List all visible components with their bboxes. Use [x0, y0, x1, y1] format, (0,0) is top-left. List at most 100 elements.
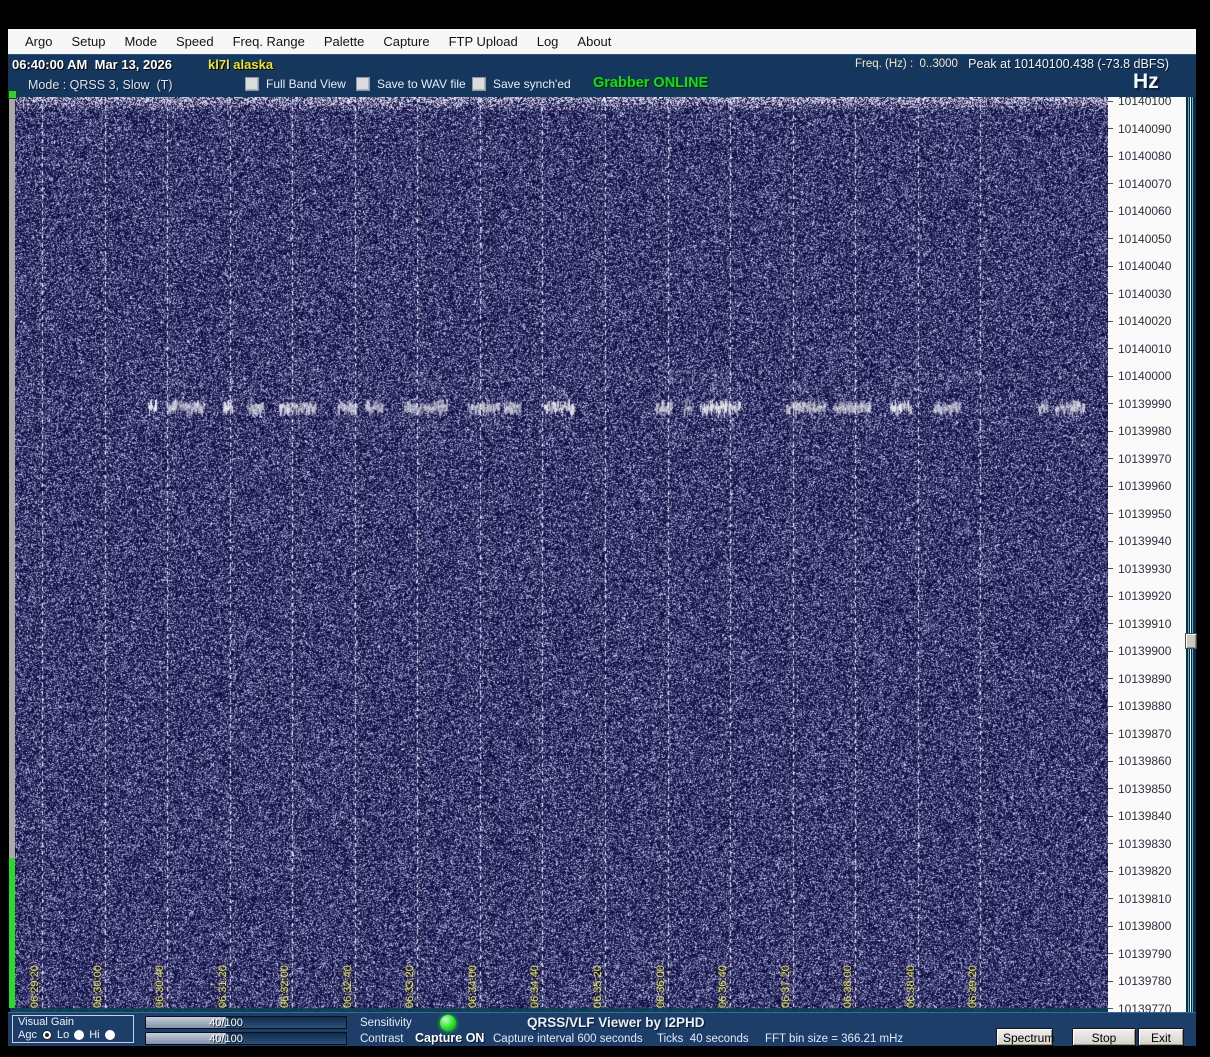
checkbox-label: Save synch'ed	[493, 77, 571, 91]
freq-tick	[1108, 815, 1113, 817]
visual-gain-group: Visual Gain Agc Lo Hi	[12, 1015, 134, 1043]
menu-item-setup[interactable]: Setup	[71, 34, 105, 49]
time-label: 06:34:00	[466, 965, 479, 1008]
menu-item-argo[interactable]: Argo	[25, 34, 52, 49]
freq-tick	[1108, 678, 1113, 679]
sensitivity-slider[interactable]: 40/100	[145, 1016, 347, 1029]
freq-label: 10140090	[1108, 122, 1171, 136]
capture-status: Capture ON	[415, 1031, 485, 1045]
freq-label: 10139970	[1108, 452, 1171, 466]
time-label: 06:30:40	[154, 965, 167, 1008]
ticks-label: Ticks 40 seconds	[657, 1033, 749, 1045]
freq-label: 10139820	[1108, 864, 1171, 878]
freq-label: 10140030	[1108, 287, 1171, 301]
time-label: 06:32:40	[341, 965, 354, 1008]
visual-gain-option-label: Lo	[56, 1029, 70, 1041]
menu-item-capture[interactable]: Capture	[383, 34, 429, 49]
freq-label: 10139990	[1108, 397, 1171, 411]
visual-gain-option-label: Hi	[89, 1029, 100, 1041]
datetime-text: 06:40:00 AM Mar 13, 2026	[12, 57, 172, 72]
freq-label: 10140010	[1108, 342, 1171, 356]
freq-tick	[1108, 705, 1113, 707]
menu-item-mode[interactable]: Mode	[124, 34, 157, 49]
radio-lo[interactable]	[74, 1030, 85, 1040]
checkbox-save-to-wav-file[interactable]: Save to WAV file	[356, 77, 466, 91]
contrast-slider[interactable]: 40/100	[145, 1032, 347, 1045]
freq-label: 10140040	[1108, 259, 1171, 273]
freq-range-label: Freq. (Hz) : 0..3000	[855, 58, 958, 70]
time-label: 06:32:00	[279, 965, 292, 1008]
freq-tick	[1108, 320, 1113, 322]
sensitivity-value: 40/100	[209, 1017, 243, 1029]
radio-hi[interactable]	[104, 1030, 115, 1040]
freq-tick	[1108, 568, 1113, 569]
menu-item-about[interactable]: About	[577, 34, 611, 49]
freq-label: 10139780	[1108, 974, 1171, 988]
freq-label: 10139870	[1108, 727, 1171, 741]
freq-tick	[1108, 843, 1113, 844]
checkbox-box-icon[interactable]	[356, 77, 370, 91]
freq-tick	[1108, 540, 1113, 542]
freq-label: 10139800	[1108, 919, 1171, 933]
contrast-value: 40/100	[209, 1033, 243, 1045]
freq-tick	[1108, 183, 1113, 184]
visual-gain-radio-row: Agc Lo Hi	[18, 1029, 115, 1041]
freq-label: 10139880	[1108, 699, 1171, 713]
visual-gain-option-label: Agc	[18, 1029, 37, 1041]
freq-label: 10140050	[1108, 232, 1171, 246]
freq-label: 10140070	[1108, 177, 1171, 191]
freq-tick	[1108, 293, 1113, 294]
capture-progress	[9, 97, 15, 1008]
checkbox-box-icon[interactable]	[245, 77, 259, 91]
time-label: 06:38:40	[904, 965, 917, 1008]
menu-item-palette[interactable]: Palette	[324, 34, 364, 49]
time-label: 06:33:20	[404, 965, 417, 1008]
checkbox-label: Save to WAV file	[377, 77, 466, 91]
time-label: 06:29:20	[29, 965, 41, 1008]
radio-agc[interactable]	[41, 1030, 52, 1040]
capture-progress-elapsed	[9, 858, 15, 1008]
freq-tick	[1108, 595, 1113, 597]
info-bar: 06:40:00 AM Mar 13, 2026 kl7l alaska Fre…	[8, 54, 1196, 73]
menu-item-ftp-upload[interactable]: FTP Upload	[449, 34, 518, 49]
contrast-label: Contrast	[360, 1033, 404, 1045]
bottom-bar: Visual Gain Agc Lo Hi 40/100 40/100 Sensit…	[8, 1012, 1196, 1046]
freq-label: 10140060	[1108, 204, 1171, 218]
freq-label: 10139830	[1108, 837, 1171, 851]
time-label: 06:39:20	[967, 965, 980, 1008]
time-label: 06:36:00	[654, 965, 667, 1008]
freq-label: 10139890	[1108, 672, 1171, 686]
freq-label: 10139850	[1108, 782, 1171, 796]
menu-item-speed[interactable]: Speed	[176, 34, 214, 49]
freq-label: 10139920	[1108, 589, 1171, 603]
freq-tick	[1108, 1008, 1113, 1009]
freq-label: 10139910	[1108, 617, 1171, 631]
menu-item-freq-range[interactable]: Freq. Range	[233, 34, 305, 49]
time-label: 06:30:00	[91, 965, 104, 1008]
freq-tick	[1108, 623, 1113, 624]
checkbox-box-icon[interactable]	[472, 77, 486, 91]
mode-label: Mode : QRSS 3, Slow (T)	[28, 78, 173, 92]
freq-tick	[1108, 375, 1113, 377]
visual-gain-title: Visual Gain	[18, 1016, 75, 1028]
checkbox-full-band-view[interactable]: Full Band View	[245, 77, 346, 91]
checkbox-save-synch-ed[interactable]: Save synch'ed	[472, 77, 571, 91]
time-label: 06:38:00	[842, 965, 855, 1008]
app-title: QRSS/VLF Viewer by I2PHD	[527, 1015, 705, 1030]
capture-interval-label: Capture interval 600 seconds	[493, 1033, 643, 1045]
menu-item-log[interactable]: Log	[537, 34, 559, 49]
freq-tick	[1108, 155, 1113, 157]
time-label: 06:34:40	[529, 965, 542, 1008]
freq-label: 10139940	[1108, 534, 1171, 548]
freq-label: 10140100	[1108, 94, 1171, 108]
spectrum-button[interactable]: Spectrum	[996, 1028, 1054, 1046]
freq-tick	[1108, 458, 1113, 459]
freq-label: 10140020	[1108, 314, 1171, 328]
time-label: 06:36:40	[717, 965, 730, 1008]
exit-button[interactable]: Exit	[1138, 1028, 1184, 1046]
time-label: 06:31:20	[216, 965, 229, 1008]
freq-tick	[1108, 128, 1113, 129]
freq-label: 10139900	[1108, 644, 1171, 658]
stop-button[interactable]: Stop	[1072, 1028, 1136, 1046]
scroll-thumb[interactable]	[1185, 633, 1197, 649]
